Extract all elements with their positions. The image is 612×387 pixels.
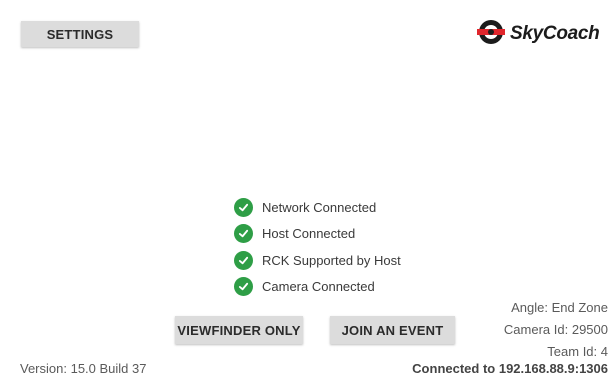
status-list: Network Connected Host Connected RCK Sup… xyxy=(234,194,401,300)
skycoach-logo-icon xyxy=(476,18,506,51)
status-rck: RCK Supported by Host xyxy=(234,247,401,274)
join-event-button[interactable]: JOIN AN EVENT xyxy=(330,316,455,344)
logo-text: SkyCoach xyxy=(510,23,600,44)
check-circle-icon xyxy=(234,197,253,217)
check-circle-icon xyxy=(234,277,253,297)
status-label: Network Connected xyxy=(262,199,377,215)
team-id-label: Team Id: 4 xyxy=(547,344,608,359)
viewfinder-only-button[interactable]: VIEWFINDER ONLY xyxy=(175,316,303,344)
status-label: RCK Supported by Host xyxy=(262,252,401,268)
skycoach-logo: SkyCoach xyxy=(476,18,600,51)
settings-button[interactable]: SETTINGS xyxy=(21,21,139,47)
connection-status: Connected to 192.168.88.9:1306 xyxy=(412,361,608,376)
status-network: Network Connected xyxy=(234,194,401,221)
check-circle-icon xyxy=(234,250,253,270)
check-circle-icon xyxy=(234,224,253,244)
angle-label: Angle: End Zone xyxy=(511,300,608,315)
camera-info: Angle: End Zone Camera Id: 29500 Team Id… xyxy=(504,297,608,363)
status-camera: Camera Connected xyxy=(234,274,401,301)
status-label: Host Connected xyxy=(262,226,356,242)
camera-id-label: Camera Id: 29500 xyxy=(503,322,608,337)
status-host: Host Connected xyxy=(234,221,401,248)
status-label: Camera Connected xyxy=(262,279,375,295)
version-label: Version: 15.0 Build 37 xyxy=(20,361,147,376)
top-strip xyxy=(0,0,612,8)
